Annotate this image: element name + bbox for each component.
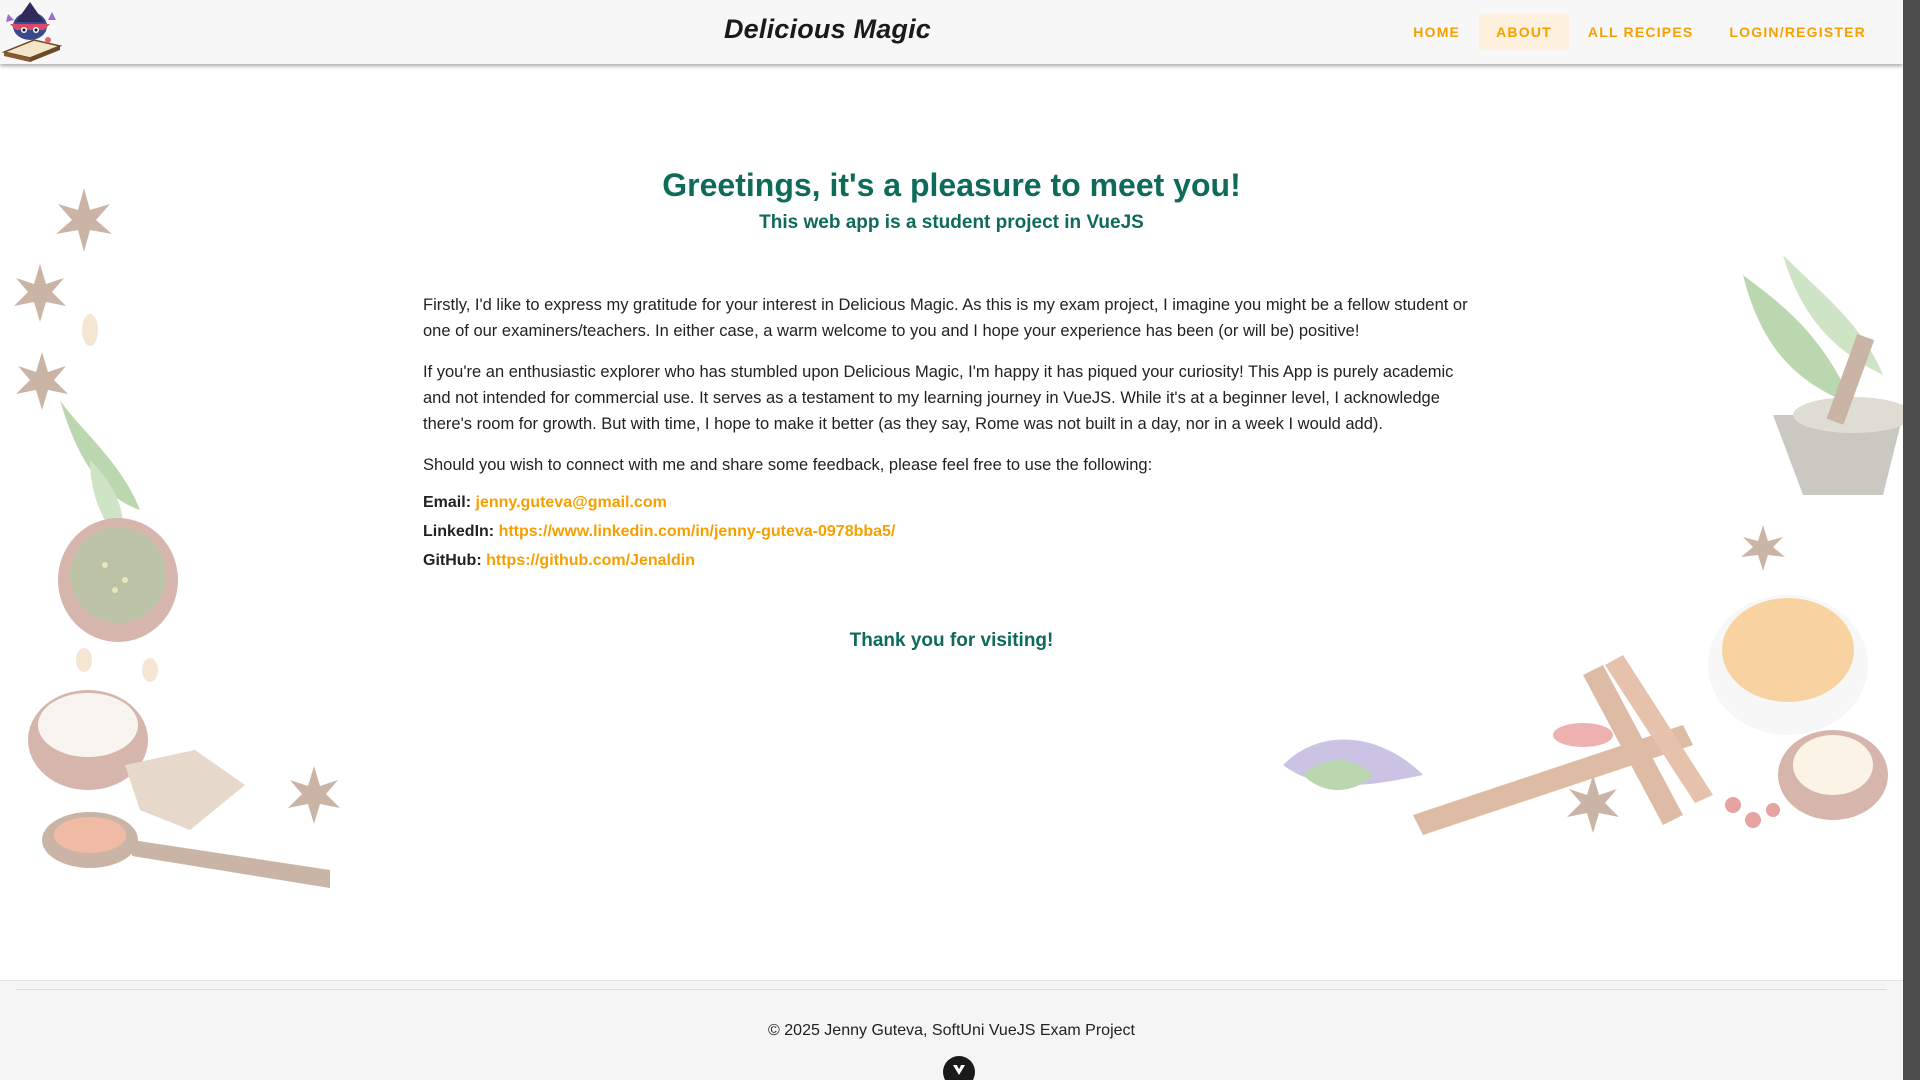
page-subtitle: This web app is a student project in Vue… [759, 212, 1144, 233]
main-navigation: HOME ABOUT ALL RECIPES LOGIN/REGISTER [1396, 14, 1883, 50]
wizard-hat-book-logo-icon[interactable] [0, 0, 64, 64]
nav-login-register[interactable]: LOGIN/REGISTER [1712, 14, 1883, 50]
linkedin-link[interactable]: https://www.linkedin.com/in/jenny-guteva… [499, 523, 896, 540]
email-line: Email: jenny.guteva@gmail.com [423, 493, 1480, 512]
spices-left-illustration [0, 180, 400, 900]
github-label: GitHub: [423, 552, 482, 569]
footer-copyright: © 2025 Jenny Guteva, SoftUni VueJS Exam … [768, 1022, 1135, 1039]
connect-paragraph: Should you wish to connect with me and s… [423, 456, 1153, 474]
nav-about[interactable]: ABOUT [1479, 14, 1569, 50]
linkedin-line: LinkedIn: https://www.linkedin.com/in/je… [423, 522, 1480, 541]
vertical-scrollbar[interactable] [1903, 0, 1920, 1080]
about-paragraphs: Firstly, I'd like to express my gratitud… [423, 292, 1480, 478]
email-label: Email: [423, 494, 472, 511]
page-title: Greetings, it's a pleasure to meet you! [662, 167, 1241, 203]
app-window: Delicious Magic HOME ABOUT ALL RECIPES L… [0, 0, 1903, 1080]
nav-home[interactable]: HOME [1396, 14, 1477, 50]
footer-divider [16, 989, 1887, 990]
email-link[interactable]: jenny.guteva@gmail.com [475, 494, 666, 511]
nav-all-recipes[interactable]: ALL RECIPES [1571, 14, 1711, 50]
top-nav-bar: Delicious Magic HOME ABOUT ALL RECIPES L… [0, 0, 1903, 64]
about-content: Greetings, it's a pleasure to meet you! … [423, 155, 1480, 652]
vue-devtools-icon[interactable] [943, 1056, 975, 1080]
thank-you-message: Thank you for visiting! [849, 630, 1054, 651]
github-link[interactable]: https://github.com/Jenaldin [486, 552, 695, 569]
intro-paragraph: Firstly, I'd like to express my gratitud… [423, 296, 1468, 340]
explorer-paragraph: If you're an enthusiastic explorer who h… [423, 363, 1454, 433]
linkedin-label: LinkedIn: [423, 523, 495, 540]
site-title[interactable]: Delicious Magic [660, 14, 995, 45]
github-line: GitHub: https://github.com/Jenaldin [423, 551, 1480, 570]
